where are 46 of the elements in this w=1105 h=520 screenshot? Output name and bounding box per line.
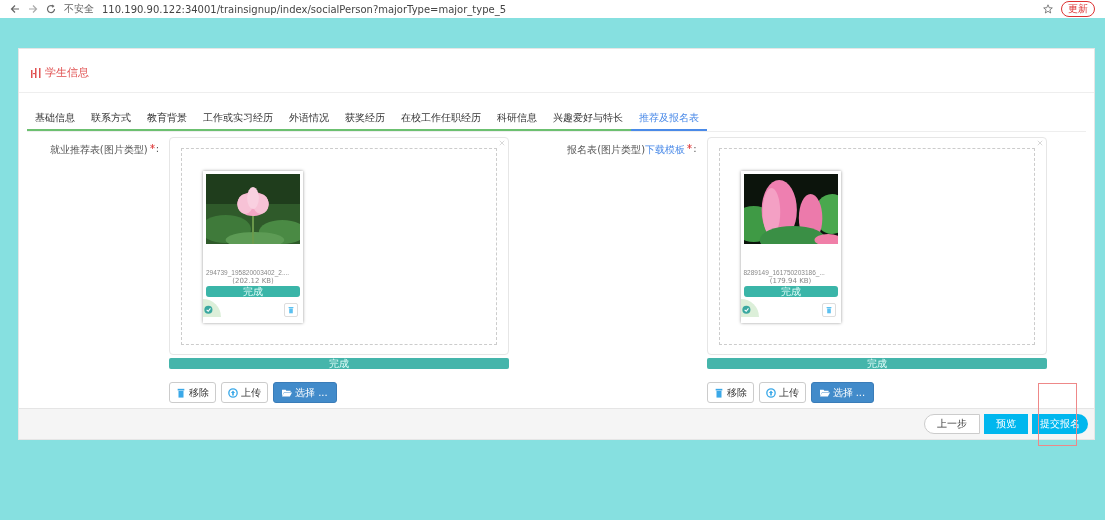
trash-icon <box>288 306 294 314</box>
security-label: 不安全 <box>64 2 94 16</box>
tab[interactable]: 外语情况 <box>281 111 337 131</box>
progress-label: 完成 <box>779 286 802 297</box>
trash-icon <box>176 387 186 398</box>
tab[interactable]: 联系方式 <box>83 111 139 131</box>
tab[interactable]: 在校工作任职经历 <box>393 111 489 131</box>
reload-icon[interactable] <box>46 4 56 14</box>
close-icon[interactable] <box>1036 140 1043 146</box>
remove-button[interactable]: 移除 <box>706 382 754 403</box>
progress-label: 完成 <box>242 286 264 297</box>
tab[interactable]: 推荐及报名表 <box>631 111 707 131</box>
upload-icon <box>228 387 238 398</box>
field-label: 就业推荐表(图片类型) <box>49 143 148 157</box>
previous-button[interactable]: 上一步 <box>924 414 980 434</box>
trash-icon <box>713 387 724 398</box>
delete-button[interactable] <box>821 303 836 317</box>
forward-icon[interactable] <box>28 4 38 14</box>
progress-label: 完成 <box>865 358 888 369</box>
folder-icon <box>282 387 292 398</box>
field-label: 报名表(图片类型) <box>567 143 646 157</box>
upload-button[interactable]: 上传 <box>758 382 806 403</box>
address-text[interactable]: 110.190.90.122:34001/trainsignup/index/socialPerson?majorType=major_type_5 <box>102 3 507 15</box>
colon-text: : <box>155 143 159 154</box>
remove-button[interactable]: 移除 <box>169 382 216 403</box>
star-icon[interactable] <box>1043 4 1053 14</box>
browse-button[interactable]: 选择 ... <box>273 382 337 403</box>
tab[interactable]: 兴趣爱好与特长 <box>545 111 631 131</box>
tab[interactable]: 教育背景 <box>139 111 195 131</box>
download-link[interactable]: 下载模板 <box>645 143 686 157</box>
close-icon[interactable] <box>499 140 505 146</box>
progress-label: 完成 <box>328 358 350 369</box>
trash-icon <box>825 306 832 314</box>
list-icon <box>31 67 41 78</box>
upload-icon <box>765 387 776 398</box>
colon-text: : <box>693 143 697 154</box>
delete-button[interactable] <box>284 303 298 317</box>
tab[interactable]: 科研信息 <box>489 111 545 131</box>
tab[interactable]: 工作或实习经历 <box>195 111 281 131</box>
tab[interactable]: 基础信息 <box>27 111 83 131</box>
upload-button[interactable]: 上传 <box>221 382 268 403</box>
panel-title: 学生信息 <box>45 65 89 80</box>
tab[interactable]: 获奖经历 <box>337 111 393 131</box>
browse-button[interactable]: 选择 ... <box>810 382 875 403</box>
back-icon[interactable] <box>10 4 20 14</box>
folder-icon <box>819 387 830 398</box>
